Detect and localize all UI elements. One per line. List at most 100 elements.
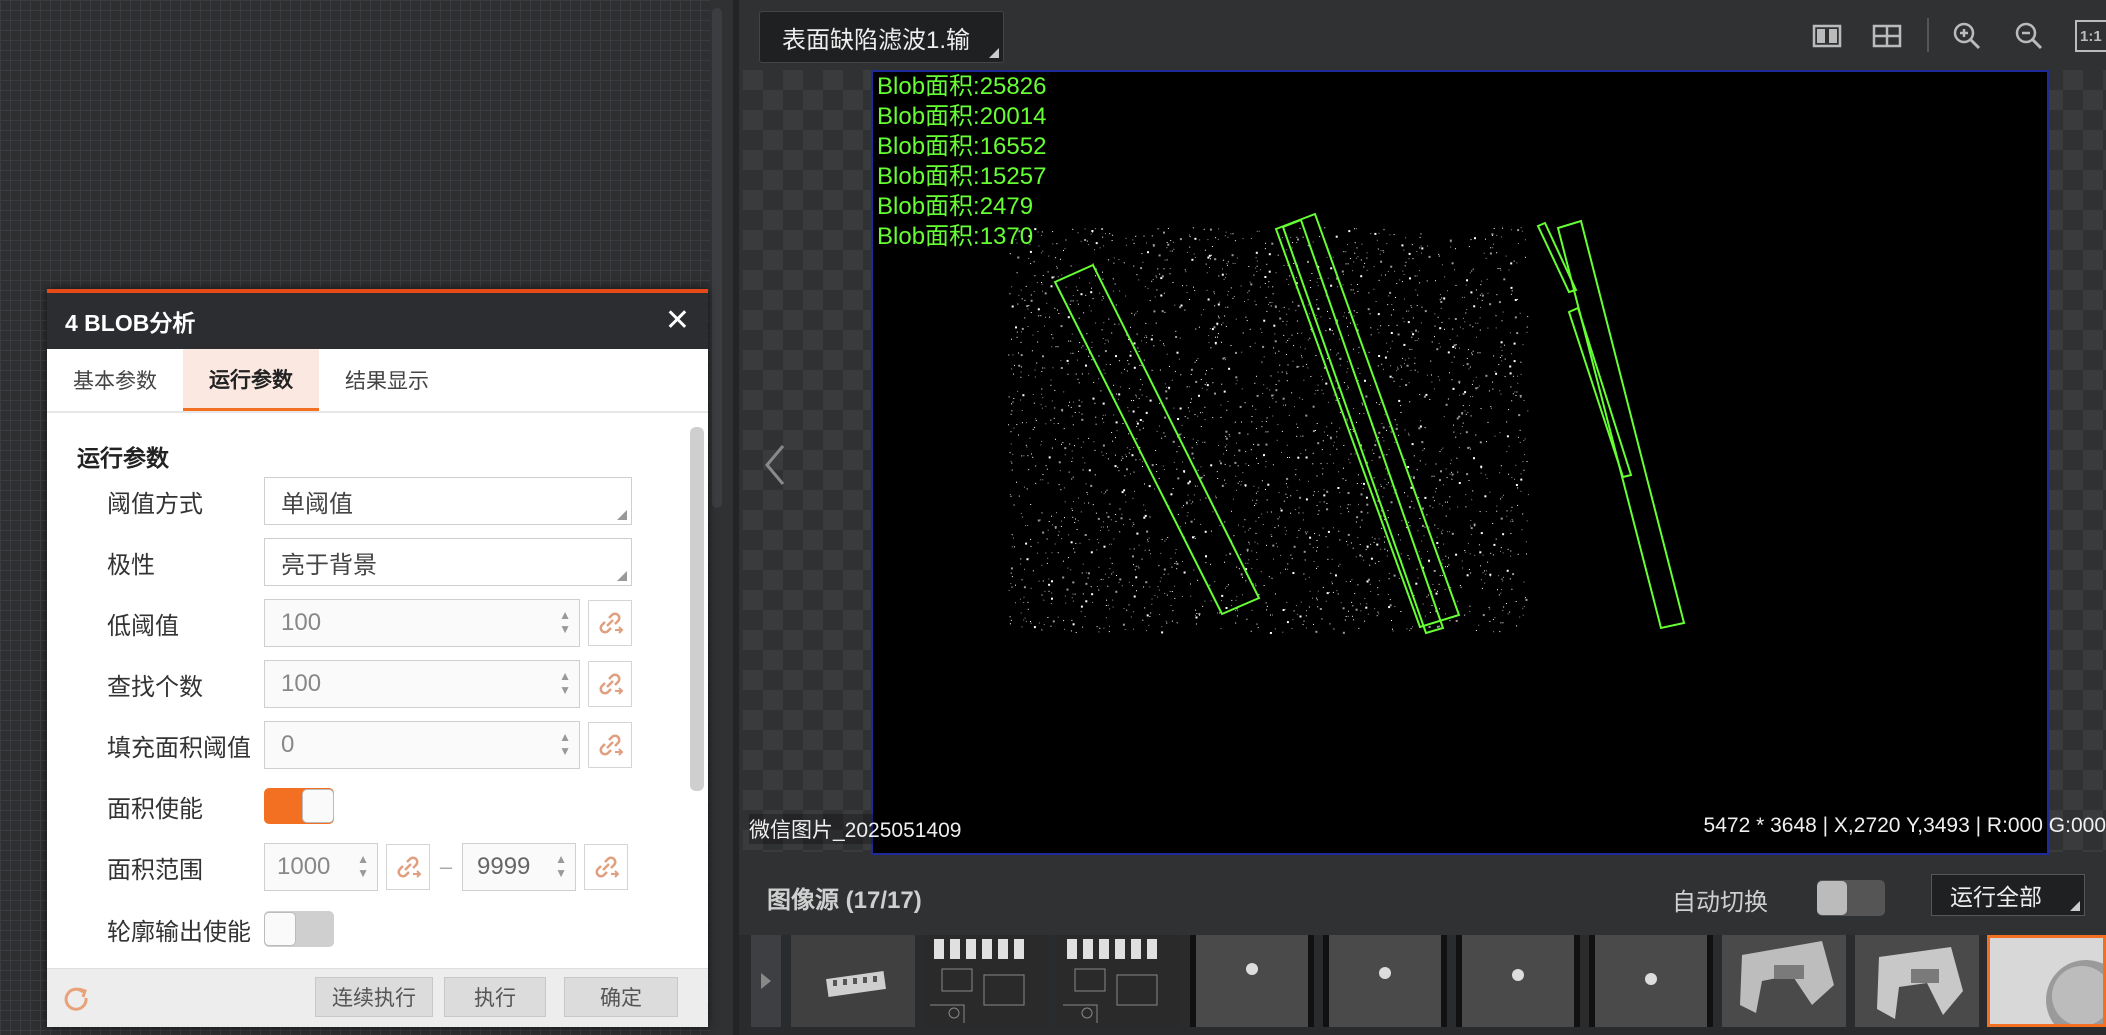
thumbnail-image	[1057, 935, 1181, 1027]
dropdown-corner-icon	[617, 510, 627, 520]
threshold-mode-row: 阈值方式 单阈值	[107, 475, 632, 527]
canvas-scrollbar[interactable]	[712, 8, 722, 508]
blob-area-label: Blob面积:2479	[877, 193, 1034, 220]
run-all-value: 运行全部	[1950, 884, 2042, 910]
thumbnail-image	[1589, 935, 1713, 1027]
thumbnail[interactable]	[1589, 935, 1713, 1027]
blob-box	[1281, 218, 1445, 635]
contour-output-row: 轮廓输出使能	[107, 903, 334, 955]
low-threshold-value: 100	[281, 609, 322, 636]
dropdown-corner-icon	[989, 48, 999, 58]
image-status-readout: 5472 * 3648 | X,2720 Y,3493 | R:000 G:00…	[1703, 814, 2106, 837]
auto-switch-label: 自动切换	[1672, 889, 1768, 916]
blob-box	[1274, 212, 1461, 629]
dialog-body: 运行参数 阈值方式 单阈值 极性 亮于背景 低阈值 100 ▲ ▼ 查找个数 1…	[47, 413, 708, 965]
tab-basic-params[interactable]: 基本参数	[47, 349, 183, 411]
spinner-icon[interactable]: ▲ ▼	[559, 608, 571, 636]
area-range-row: 面积范围 1000 ▲ ▼ – 9999 ▲ ▼	[107, 841, 628, 893]
low-threshold-row: 低阈值 100 ▲ ▼	[107, 597, 632, 649]
area-max-input[interactable]: 9999 ▲ ▼	[462, 843, 576, 891]
refresh-icon[interactable]	[61, 983, 91, 1013]
find-count-row: 查找个数 100 ▲ ▼	[107, 658, 632, 710]
thumbnail-image	[1990, 938, 2103, 1024]
dialog-scrollbar[interactable]	[690, 427, 704, 791]
tab-run-params[interactable]: 运行参数	[183, 349, 319, 411]
thumbnail[interactable]	[1722, 935, 1846, 1027]
zoom-in-icon[interactable]	[1951, 20, 1983, 52]
range-separator: –	[439, 854, 453, 879]
area-enable-row: 面积使能	[107, 780, 334, 832]
area-min-input[interactable]: 1000 ▲ ▼	[264, 843, 378, 891]
play-arrow-icon	[761, 973, 771, 989]
thumbnail[interactable]	[1323, 935, 1447, 1027]
thumbnail-image	[1190, 935, 1314, 1027]
image-display[interactable]: Blob面积:25826 Blob面积:20014 Blob面积:16552 B…	[743, 70, 2106, 855]
link-button[interactable]	[588, 600, 632, 646]
image-source-select[interactable]: 表面缺陷滤波1.输	[759, 11, 1004, 63]
area-enable-label: 面积使能	[107, 795, 203, 823]
link-button[interactable]	[588, 661, 632, 707]
grid-view-icon[interactable]	[1871, 20, 1903, 52]
thumbnail-image	[1456, 935, 1580, 1027]
link-button[interactable]	[588, 722, 632, 768]
close-icon[interactable]: ✕	[665, 306, 690, 336]
dialog-header: 4 BLOB分析 ✕	[47, 293, 708, 349]
blob-area-label: Blob面积:20014	[877, 103, 1047, 130]
thumbnail[interactable]	[1855, 935, 1979, 1027]
blob-analysis-dialog: 4 BLOB分析 ✕ 基本参数 运行参数 结果显示 运行参数 阈值方式 单阈值 …	[47, 289, 708, 1027]
blob-boxes	[1053, 212, 1686, 635]
dialog-title: 4 BLOB分析	[65, 310, 196, 336]
image-source-title: 图像源 (17/17)	[767, 887, 922, 914]
thumbnail[interactable]	[1057, 935, 1181, 1027]
previous-image-icon[interactable]	[761, 440, 789, 490]
dropdown-corner-icon	[2070, 901, 2080, 911]
blob-box	[1053, 263, 1261, 616]
thumbnail-scroll-button[interactable]	[751, 935, 781, 1027]
blob-box	[1536, 221, 1578, 294]
thumbnail[interactable]	[1456, 935, 1580, 1027]
polarity-label: 极性	[107, 551, 155, 579]
contour-output-label: 轮廓输出使能	[107, 918, 251, 946]
zoom-actual-button[interactable]: 1:1	[2075, 20, 2106, 52]
run-all-select[interactable]: 运行全部	[1931, 874, 2085, 916]
polarity-row: 极性 亮于背景	[107, 536, 632, 588]
thumbnail-selected[interactable]	[1987, 935, 2106, 1027]
image-viewer: 表面缺陷滤波1.输 1:1 Blob面积:25826 Blob面积:20014 …	[739, 0, 2106, 1035]
find-count-value: 100	[281, 670, 322, 697]
run-button[interactable]: 执行	[444, 977, 546, 1017]
blob-overlay	[1008, 212, 1686, 635]
blob-area-label: Blob面积:16552	[877, 133, 1047, 160]
find-count-label: 查找个数	[107, 673, 203, 701]
spinner-icon[interactable]: ▲ ▼	[357, 852, 369, 880]
blob-box	[1556, 219, 1686, 630]
surface-noise	[1008, 227, 1529, 634]
link-button[interactable]	[584, 844, 628, 890]
area-enable-toggle[interactable]	[264, 788, 334, 824]
thumbnail-image	[791, 935, 915, 1027]
polarity-select[interactable]: 亮于背景	[264, 538, 632, 586]
thumbnail-image	[924, 935, 1048, 1027]
confirm-button[interactable]: 确定	[564, 977, 678, 1017]
find-count-input[interactable]: 100 ▲ ▼	[264, 660, 580, 708]
low-threshold-input[interactable]: 100 ▲ ▼	[264, 599, 580, 647]
spinner-icon[interactable]: ▲ ▼	[555, 852, 567, 880]
thumbnail[interactable]	[791, 935, 915, 1027]
tab-result-display[interactable]: 结果显示	[319, 349, 455, 411]
polarity-value: 亮于背景	[281, 551, 377, 579]
thumbnail[interactable]	[924, 935, 1048, 1027]
thumbnail[interactable]	[1190, 935, 1314, 1027]
toggle-knob	[1817, 881, 1847, 915]
link-button[interactable]	[386, 844, 430, 890]
auto-switch-toggle[interactable]	[1817, 880, 1885, 916]
spinner-icon[interactable]: ▲ ▼	[559, 730, 571, 758]
zoom-out-icon[interactable]	[2013, 20, 2045, 52]
contour-output-toggle[interactable]	[264, 911, 334, 947]
split-view-icon[interactable]	[1811, 20, 1843, 52]
fill-area-input[interactable]: 0 ▲ ▼	[264, 721, 580, 769]
link-icon	[599, 612, 624, 634]
section-title: 运行参数	[77, 445, 169, 471]
thumbnail-image	[1855, 935, 1979, 1027]
continuous-run-button[interactable]: 连续执行	[315, 977, 433, 1017]
spinner-icon[interactable]: ▲ ▼	[559, 669, 571, 697]
threshold-mode-select[interactable]: 单阈值	[264, 477, 632, 525]
